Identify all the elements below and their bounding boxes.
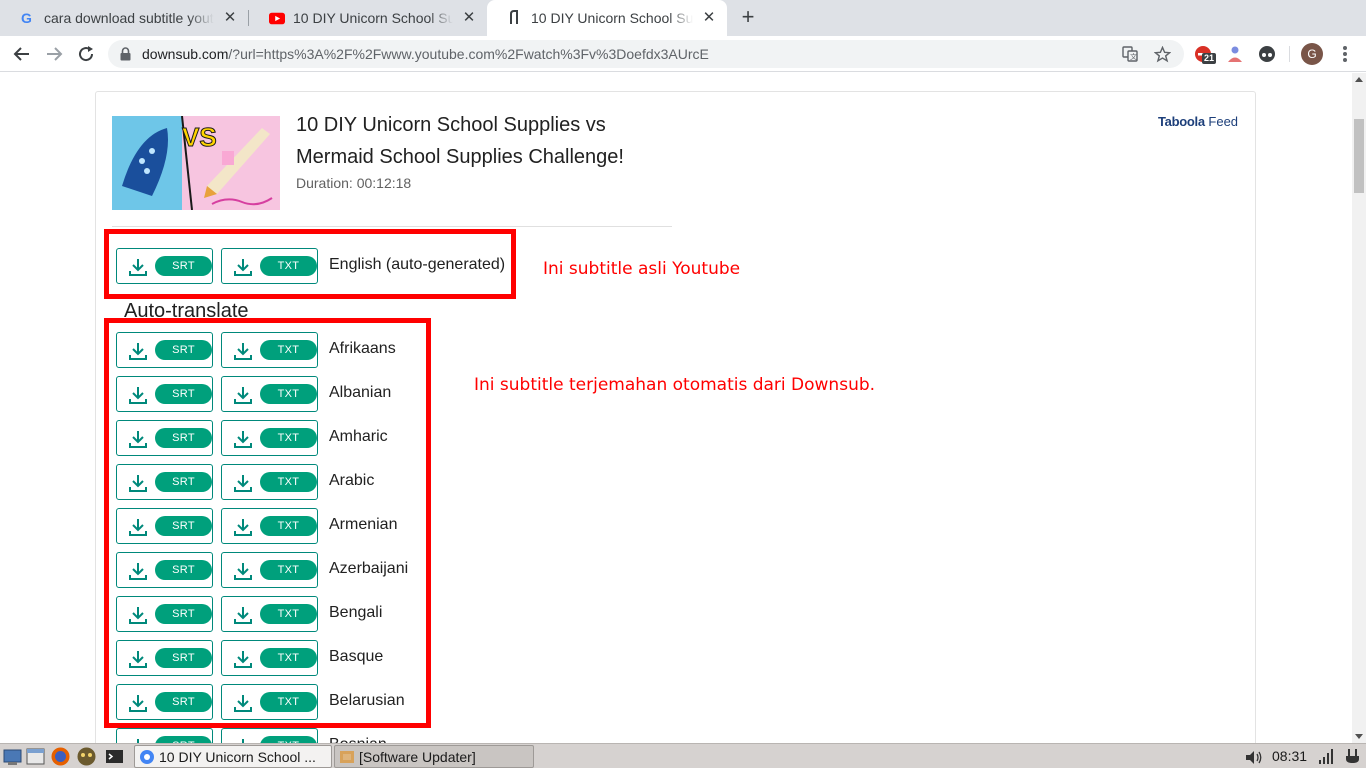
tab-title: 10 DIY Unicorn School Supplies bbox=[531, 10, 693, 26]
taboola-feed-text: Feed bbox=[1208, 114, 1239, 129]
annotation-box-auto bbox=[104, 318, 431, 728]
scroll-up-arrow[interactable] bbox=[1355, 77, 1363, 82]
tab-downsub[interactable]: 10 DIY Unicorn School Supplies ✕ bbox=[487, 0, 727, 36]
taskbar-item-chrome[interactable]: 10 DIY Unicorn School ... bbox=[134, 745, 332, 768]
download-srt-button[interactable]: SRT bbox=[116, 728, 213, 743]
volume-icon[interactable] bbox=[1243, 747, 1264, 768]
page-viewport: VS 10 DIY Unicorn School Supplies vs Mer… bbox=[0, 73, 1352, 743]
downsub-icon bbox=[507, 10, 523, 26]
address-bar[interactable]: downsub.com/?url=https%3A%2F%2Fwww.youtu… bbox=[108, 40, 1184, 68]
clock: 08:31 bbox=[1272, 748, 1308, 764]
extension-badge: 21 bbox=[1202, 53, 1217, 64]
task-title: [Software Updater] bbox=[359, 748, 476, 765]
extension-button[interactable] bbox=[1257, 44, 1277, 64]
reload-button[interactable] bbox=[72, 40, 100, 68]
reload-icon bbox=[79, 46, 94, 62]
arrow-right-icon bbox=[47, 47, 63, 61]
terminal-icon[interactable] bbox=[104, 746, 125, 767]
close-icon[interactable]: ✕ bbox=[222, 10, 238, 26]
power-icon[interactable] bbox=[1342, 746, 1363, 767]
tab-youtube[interactable]: 10 DIY Unicorn School Supplies ✕ bbox=[249, 0, 487, 36]
language-label: Bosnian bbox=[329, 736, 387, 743]
extension-button[interactable]: 21 bbox=[1193, 44, 1217, 64]
os-taskbar: 10 DIY Unicorn School ... [Software Upda… bbox=[0, 743, 1366, 768]
youtube-icon bbox=[269, 10, 285, 26]
annotation-note-auto: Ini subtitle terjemahan otomatis dari Do… bbox=[474, 375, 876, 395]
scrollbar-thumb[interactable] bbox=[1354, 119, 1364, 193]
taboola-feed-label[interactable]: Taboola Feed bbox=[1158, 114, 1238, 129]
video-title: 10 DIY Unicorn School Supplies vs Mermai… bbox=[296, 114, 624, 168]
profile-avatar[interactable]: G bbox=[1301, 43, 1323, 65]
close-icon[interactable]: ✕ bbox=[461, 10, 477, 26]
forward-button[interactable] bbox=[40, 40, 68, 68]
taboola-brand: Taboola bbox=[1158, 114, 1205, 129]
back-button[interactable] bbox=[8, 40, 36, 68]
arrow-left-icon bbox=[13, 47, 29, 61]
url-host: downsub.com bbox=[142, 46, 229, 62]
translate-icon[interactable]: 文 bbox=[1121, 45, 1139, 63]
annotation-box-original bbox=[104, 229, 516, 299]
svg-text:G: G bbox=[21, 10, 32, 26]
network-signal-icon[interactable] bbox=[1316, 746, 1337, 767]
chrome-icon bbox=[140, 749, 154, 764]
page-scrollbar[interactable] bbox=[1352, 73, 1366, 743]
incognito-icon bbox=[1259, 46, 1275, 62]
app-launcher-icon[interactable] bbox=[76, 746, 97, 767]
google-icon: G bbox=[20, 10, 36, 26]
taskbar-item-software-updater[interactable]: [Software Updater] bbox=[334, 745, 534, 768]
tab-strip: G cara download subtitle youtube ✕ 10 DI… bbox=[0, 0, 1366, 36]
show-desktop-icon[interactable] bbox=[2, 746, 23, 767]
extension-button[interactable] bbox=[1225, 44, 1245, 64]
url-text: downsub.com/?url=https%3A%2F%2Fwww.youtu… bbox=[142, 46, 709, 62]
star-icon[interactable] bbox=[1153, 45, 1171, 63]
txt-pill: TXT bbox=[260, 736, 317, 743]
divider bbox=[112, 226, 672, 227]
task-title: 10 DIY Unicorn School ... bbox=[159, 748, 316, 765]
firefox-icon[interactable] bbox=[50, 746, 71, 767]
tab-title: 10 DIY Unicorn School Supplies bbox=[293, 10, 453, 26]
download-txt-button[interactable]: TXT bbox=[221, 728, 318, 743]
annotation-note-original: Ini subtitle asli Youtube bbox=[543, 259, 741, 279]
srt-pill: SRT bbox=[155, 736, 212, 743]
software-updater-icon bbox=[340, 750, 354, 763]
new-tab-button[interactable]: + bbox=[737, 6, 759, 30]
lock-icon[interactable] bbox=[120, 47, 131, 66]
svg-text:文: 文 bbox=[1130, 52, 1137, 61]
file-manager-icon[interactable] bbox=[25, 746, 46, 767]
tab-google-search[interactable]: G cara download subtitle youtube ✕ bbox=[0, 0, 248, 36]
menu-button[interactable] bbox=[1336, 45, 1354, 63]
url-path: /?url=https%3A%2F%2Fwww.youtube.com%2Fwa… bbox=[228, 46, 709, 62]
browser-toolbar: downsub.com/?url=https%3A%2F%2Fwww.youtu… bbox=[0, 36, 1366, 72]
scroll-down-arrow[interactable] bbox=[1355, 734, 1363, 739]
close-icon[interactable]: ✕ bbox=[701, 10, 717, 26]
video-duration: Duration: 00:12:18 bbox=[296, 175, 412, 191]
video-thumbnail[interactable]: VS bbox=[112, 116, 280, 210]
person-icon bbox=[1228, 46, 1242, 62]
thumbnail-vs-text: VS bbox=[182, 122, 217, 152]
tab-title: cara download subtitle youtube bbox=[44, 10, 214, 26]
toolbar-separator bbox=[1289, 46, 1290, 62]
